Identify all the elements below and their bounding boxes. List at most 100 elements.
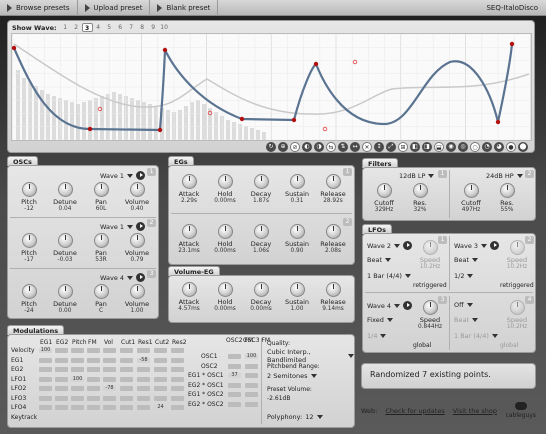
- wave-tool-icon[interactable]: ◎: [458, 142, 468, 152]
- mod-matrix-cell[interactable]: [55, 395, 68, 401]
- wave-point[interactable]: [495, 119, 501, 125]
- wave-tool-icon[interactable]: ◨: [422, 142, 432, 152]
- osc-pan-knob[interactable]: [93, 182, 109, 197]
- osc-fm-cell[interactable]: [228, 354, 241, 359]
- mod-matrix-cell[interactable]: [154, 376, 167, 382]
- lfo-wave-select[interactable]: Wave 2: [367, 241, 413, 250]
- wave-point[interactable]: [313, 61, 319, 67]
- osc-fm-cell[interactable]: [228, 392, 241, 397]
- filter-type-select[interactable]: 24dB HP: [486, 172, 523, 180]
- lfo-rate-select[interactable]: 1/2: [454, 272, 474, 280]
- eg-sustain-knob[interactable]: [289, 224, 305, 239]
- wave-tool-icon[interactable]: ⊕: [278, 142, 288, 152]
- mod-matrix-cell[interactable]: [71, 348, 84, 353]
- lfo-wave-select[interactable]: Wave 3: [454, 241, 500, 250]
- mod-matrix-cell[interactable]: [71, 405, 84, 410]
- wave-tool-icon[interactable]: ⤢: [386, 142, 396, 152]
- osc-detune-knob[interactable]: [57, 284, 73, 299]
- mod-matrix-cell[interactable]: [39, 357, 52, 363]
- mod-matrix-cell[interactable]: [39, 367, 52, 372]
- mod-matrix-cell[interactable]: [154, 367, 167, 372]
- lfo-rate-select[interactable]: 1 Bar (4/4): [454, 332, 498, 340]
- mod-matrix-cell[interactable]: [103, 395, 116, 401]
- osc-volume-knob[interactable]: [129, 284, 145, 299]
- lfo-speed-knob[interactable]: [422, 300, 438, 315]
- mod-matrix-cell[interactable]: [55, 376, 68, 382]
- mod-matrix-cell[interactable]: -58: [137, 357, 150, 363]
- osc-pitch-knob[interactable]: [21, 284, 37, 299]
- osc-wave-select[interactable]: Wave 1: [100, 222, 146, 231]
- filter-type-select[interactable]: 12dB LP: [399, 172, 435, 180]
- osc-fm-cell[interactable]: [245, 363, 258, 369]
- mod-matrix-cell[interactable]: [87, 357, 100, 363]
- mod-matrix-cell[interactable]: [171, 348, 184, 353]
- eg-attack-knob[interactable]: [181, 174, 197, 189]
- eg-release-knob[interactable]: [325, 224, 341, 239]
- wave-tab-2[interactable]: 2: [71, 23, 82, 32]
- lfo-mode-select[interactable]: Fixed: [367, 316, 393, 324]
- wave-point[interactable]: [509, 41, 515, 47]
- mod-matrix-cell[interactable]: [55, 367, 68, 372]
- wave-tool-icon[interactable]: ⊞: [398, 142, 408, 152]
- mod-matrix-cell[interactable]: [171, 376, 184, 382]
- osc-fm-cell[interactable]: 37: [228, 373, 241, 378]
- mod-matrix-cell[interactable]: [137, 386, 150, 391]
- osc-pan-knob[interactable]: [93, 284, 109, 299]
- lfo-wave-select[interactable]: Off: [454, 301, 473, 309]
- wave-tool-icon[interactable]: ⬓: [434, 142, 444, 152]
- osc-wave-select[interactable]: Wave 4: [100, 273, 146, 282]
- wave-tool-icon[interactable]: ↔: [350, 142, 360, 152]
- wave-tab-10[interactable]: 10: [159, 23, 170, 32]
- mod-matrix-cell[interactable]: [171, 386, 184, 391]
- mod-matrix-cell[interactable]: [137, 348, 150, 353]
- check-updates-link[interactable]: Check for updates: [385, 407, 444, 415]
- wave-tool-icon[interactable]: ⇅: [338, 142, 348, 152]
- osc-fm-cell[interactable]: 100: [245, 354, 258, 359]
- mod-matrix-cell[interactable]: [103, 376, 116, 382]
- play-icon[interactable]: [403, 301, 413, 310]
- mod-matrix-cell[interactable]: [55, 386, 68, 391]
- mod-matrix-cell[interactable]: [154, 395, 167, 401]
- mod-matrix-cell[interactable]: 24: [154, 405, 167, 410]
- wave-tool-icon[interactable]: ✕: [362, 142, 372, 152]
- mod-matrix-cell[interactable]: [120, 348, 133, 353]
- osc-pitch-knob[interactable]: [21, 182, 37, 197]
- mod-matrix-cell[interactable]: [103, 348, 116, 353]
- osc-fm-cell[interactable]: [228, 401, 241, 407]
- mod-matrix-cell[interactable]: [87, 395, 100, 401]
- wave-point[interactable]: [239, 116, 245, 122]
- mod-matrix-cell[interactable]: [103, 367, 116, 372]
- blank-preset-button[interactable]: Blank preset: [150, 0, 219, 16]
- wave-tab-4[interactable]: 4: [93, 23, 104, 32]
- filter-cutoff-knob[interactable]: [463, 183, 479, 198]
- wave-point[interactable]: [157, 127, 163, 133]
- filter-res-knob[interactable]: [499, 183, 515, 198]
- osc-fm-cell[interactable]: [228, 382, 241, 388]
- volume-eg-decay-knob[interactable]: [253, 282, 269, 297]
- lfo-wave-select[interactable]: Wave 4: [367, 301, 413, 310]
- polyphony-select[interactable]: Polyphony: 12: [267, 413, 323, 421]
- mod-matrix-cell[interactable]: [87, 386, 100, 391]
- wave-tool-icon[interactable]: ◐: [302, 142, 312, 152]
- volume-eg-hold-knob[interactable]: [217, 282, 233, 297]
- lfo-mode-select[interactable]: Beat: [454, 316, 478, 324]
- wave-tool-icon[interactable]: ◕: [494, 142, 504, 152]
- wave-tab-5[interactable]: 5: [104, 23, 115, 32]
- lfo-speed-knob[interactable]: [509, 240, 525, 255]
- preset-volume-value[interactable]: -2.61dB: [267, 395, 290, 402]
- wave-point[interactable]: [87, 126, 93, 132]
- mod-matrix-cell[interactable]: -78: [103, 386, 116, 391]
- wave-tab-7[interactable]: 7: [126, 23, 137, 32]
- lfo-trigger-mode[interactable]: retriggered: [500, 282, 534, 289]
- mod-matrix-cell[interactable]: [71, 357, 84, 363]
- wave-canvas[interactable]: [11, 33, 532, 141]
- mod-matrix-cell[interactable]: [137, 376, 150, 382]
- visit-shop-link[interactable]: Visit the shop: [453, 407, 497, 415]
- eg-release-knob[interactable]: [325, 174, 341, 189]
- mod-matrix-cell[interactable]: [120, 357, 133, 363]
- wave-tool-icon[interactable]: ○: [470, 142, 480, 152]
- upload-preset-button[interactable]: Upload preset: [78, 0, 151, 16]
- mod-matrix-cell[interactable]: [39, 405, 52, 410]
- mod-matrix-cell[interactable]: [87, 405, 100, 410]
- eg-hold-knob[interactable]: [217, 174, 233, 189]
